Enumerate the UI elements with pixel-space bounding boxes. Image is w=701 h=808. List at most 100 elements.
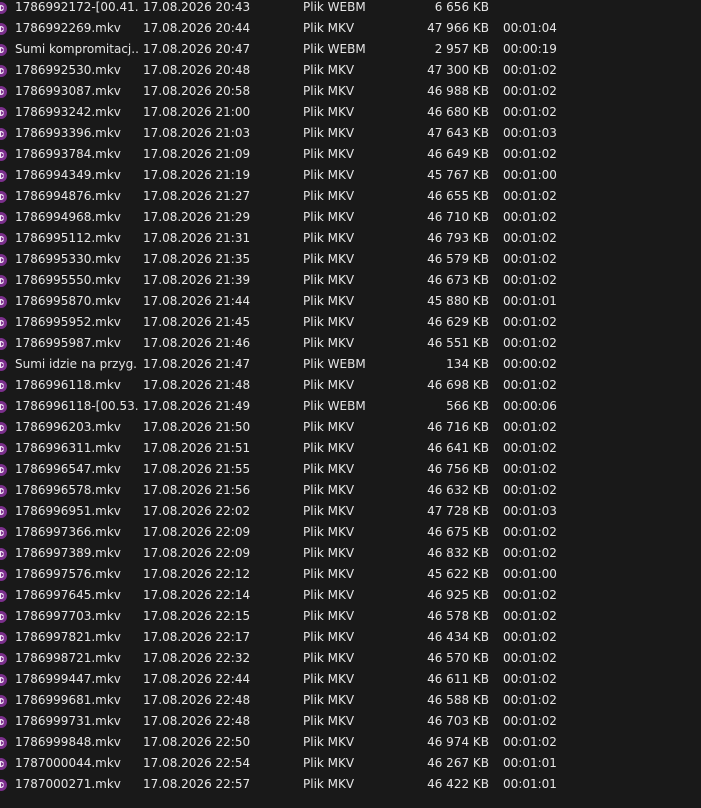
file-row[interactable]: 1786999848.mkv 17.08.2026 22:50 Plik MKV 46… — [0, 732, 701, 753]
file-name: 1786996951.mkv — [15, 504, 121, 518]
file-row[interactable]: 1786992269.mkv 17.08.2026 20:44 Plik MKV 47… — [0, 18, 701, 39]
file-row[interactable]: 1786994349.mkv 17.08.2026 21:19 Plik MKV 45… — [0, 165, 701, 186]
video-file-icon — [0, 611, 7, 623]
file-type: Plik WEBM — [303, 357, 366, 371]
file-type: Plik WEBM — [303, 0, 366, 14]
file-name: 1786997821.mkv — [15, 630, 121, 644]
file-row[interactable]: 1786995987.mkv 17.08.2026 21:46 Plik MKV 46… — [0, 333, 701, 354]
file-size: 46 988 KB — [427, 84, 489, 98]
file-length: 00:01:02 — [503, 105, 557, 119]
file-name: 1786993396.mkv — [15, 126, 121, 140]
file-date-modified: 17.08.2026 22:44 — [143, 672, 251, 686]
file-row[interactable]: 1786992172-[00.41.2... 17.08.2026 20:43 Pl… — [0, 0, 701, 18]
file-date-modified: 17.08.2026 22:54 — [143, 756, 251, 770]
file-name: 1786992172-[00.41.2... — [15, 0, 138, 14]
file-date-modified: 17.08.2026 21:39 — [143, 273, 251, 287]
file-row[interactable]: 1786994876.mkv 17.08.2026 21:27 Plik MKV 46… — [0, 186, 701, 207]
video-file-icon — [0, 359, 7, 371]
file-type: Plik MKV — [303, 189, 355, 203]
file-date-modified: 17.08.2026 21:03 — [143, 126, 251, 140]
file-row[interactable]: 1786993396.mkv 17.08.2026 21:03 Plik MKV 47… — [0, 123, 701, 144]
file-size: 46 267 KB — [427, 756, 489, 770]
file-row[interactable]: 1786994968.mkv 17.08.2026 21:29 Plik MKV 46… — [0, 207, 701, 228]
file-row[interactable]: 1786997821.mkv 17.08.2026 22:17 Plik MKV 46… — [0, 627, 701, 648]
file-date-modified: 17.08.2026 21:19 — [143, 168, 251, 182]
file-row[interactable]: 1786997645.mkv 17.08.2026 22:14 Plik MKV 46… — [0, 585, 701, 606]
file-date-modified: 17.08.2026 21:48 — [143, 378, 251, 392]
file-size: 46 578 KB — [427, 609, 489, 623]
file-date-modified: 17.08.2026 22:12 — [143, 567, 251, 581]
file-length: 00:01:02 — [503, 693, 557, 707]
file-row[interactable]: 1786997389.mkv 17.08.2026 22:09 Plik MKV 46… — [0, 543, 701, 564]
file-size: 46 832 KB — [427, 546, 489, 560]
file-date-modified: 17.08.2026 20:58 — [143, 84, 251, 98]
file-row[interactable]: 1786992530.mkv 17.08.2026 20:48 Plik MKV 47… — [0, 60, 701, 81]
file-length: 00:01:02 — [503, 609, 557, 623]
file-size: 46 793 KB — [427, 231, 489, 245]
file-type: Plik MKV — [303, 441, 355, 455]
file-row[interactable]: 1786996118-[00.53.8... 17.08.2026 21:49 Pl… — [0, 396, 701, 417]
file-row[interactable]: 1787000271.mkv 17.08.2026 22:57 Plik MKV 46… — [0, 774, 701, 795]
file-name: 1786998721.mkv — [15, 651, 121, 665]
video-file-icon — [0, 317, 7, 329]
file-size: 45 880 KB — [427, 294, 489, 308]
file-row[interactable]: 1786995112.mkv 17.08.2026 21:31 Plik MKV 46… — [0, 228, 701, 249]
video-file-icon — [0, 212, 7, 224]
file-date-modified: 17.08.2026 21:00 — [143, 105, 251, 119]
file-type: Plik MKV — [303, 420, 355, 434]
file-row[interactable]: 1786993784.mkv 17.08.2026 21:09 Plik MKV 46… — [0, 144, 701, 165]
file-row[interactable]: 1786993242.mkv 17.08.2026 21:00 Plik MKV 46… — [0, 102, 701, 123]
file-type: Plik MKV — [303, 630, 355, 644]
file-date-modified: 17.08.2026 21:35 — [143, 252, 251, 266]
file-size: 47 300 KB — [427, 63, 489, 77]
file-length: 00:00:02 — [503, 357, 557, 371]
file-date-modified: 17.08.2026 20:47 — [143, 42, 251, 56]
file-row[interactable]: Sumi idzie na przyg... 17.08.2026 21:47 Pl… — [0, 354, 701, 375]
file-date-modified: 17.08.2026 22:32 — [143, 651, 251, 665]
file-type: Plik MKV — [303, 21, 355, 35]
file-name: 1786994349.mkv — [15, 168, 121, 182]
file-row[interactable]: 1786999681.mkv 17.08.2026 22:48 Plik MKV 46… — [0, 690, 701, 711]
file-row[interactable]: 1787000044.mkv 17.08.2026 22:54 Plik MKV 46… — [0, 753, 701, 774]
file-date-modified: 17.08.2026 21:31 — [143, 231, 251, 245]
file-row[interactable]: 1786997703.mkv 17.08.2026 22:15 Plik MKV 46… — [0, 606, 701, 627]
video-file-icon — [0, 65, 7, 77]
file-length: 00:01:02 — [503, 315, 557, 329]
file-row[interactable]: 1786995550.mkv 17.08.2026 21:39 Plik MKV 46… — [0, 270, 701, 291]
video-file-icon — [0, 149, 7, 161]
video-file-icon — [0, 653, 7, 665]
file-row[interactable]: 1786996311.mkv 17.08.2026 21:51 Plik MKV 46… — [0, 438, 701, 459]
file-row[interactable]: 1786999447.mkv 17.08.2026 22:44 Plik MKV 46… — [0, 669, 701, 690]
file-type: Plik WEBM — [303, 42, 366, 56]
file-row[interactable]: 1786996578.mkv 17.08.2026 21:56 Plik MKV 46… — [0, 480, 701, 501]
file-type: Plik MKV — [303, 756, 355, 770]
file-size: 46 925 KB — [427, 588, 489, 602]
video-file-icon — [0, 779, 7, 791]
file-row[interactable]: 1786996547.mkv 17.08.2026 21:55 Plik MKV 46… — [0, 459, 701, 480]
file-length: 00:01:02 — [503, 588, 557, 602]
file-size: 46 629 KB — [427, 315, 489, 329]
file-row[interactable]: 1786996203.mkv 17.08.2026 21:50 Plik MKV 46… — [0, 417, 701, 438]
video-file-icon — [0, 380, 7, 392]
file-length: 00:01:02 — [503, 252, 557, 266]
file-name: 1786999731.mkv — [15, 714, 121, 728]
video-file-icon — [0, 443, 7, 455]
file-row[interactable]: 1786997576.mkv 17.08.2026 22:12 Plik MKV 45… — [0, 564, 701, 585]
file-row[interactable]: 1786993087.mkv 17.08.2026 20:58 Plik MKV 46… — [0, 81, 701, 102]
file-row[interactable]: 1786998721.mkv 17.08.2026 22:32 Plik MKV 46… — [0, 648, 701, 669]
file-type: Plik MKV — [303, 273, 355, 287]
file-row[interactable]: 1786996951.mkv 17.08.2026 22:02 Plik MKV 47… — [0, 501, 701, 522]
file-row[interactable]: 1786995952.mkv 17.08.2026 21:45 Plik MKV 46… — [0, 312, 701, 333]
file-row[interactable]: 1786995870.mkv 17.08.2026 21:44 Plik MKV 45… — [0, 291, 701, 312]
file-length: 00:01:02 — [503, 441, 557, 455]
file-length: 00:01:02 — [503, 189, 557, 203]
file-row[interactable]: 1786996118.mkv 17.08.2026 21:48 Plik MKV 46… — [0, 375, 701, 396]
file-name: 1786996578.mkv — [15, 483, 121, 497]
file-size: 46 422 KB — [427, 777, 489, 791]
file-type: Plik MKV — [303, 210, 355, 224]
file-row[interactable]: Sumi kompromitacj... 17.08.2026 20:47 Plik… — [0, 39, 701, 60]
file-row[interactable]: 1786995330.mkv 17.08.2026 21:35 Plik MKV 46… — [0, 249, 701, 270]
file-length: 00:01:03 — [503, 126, 557, 140]
file-row[interactable]: 1786999731.mkv 17.08.2026 22:48 Plik MKV 46… — [0, 711, 701, 732]
file-row[interactable]: 1786997366.mkv 17.08.2026 22:09 Plik MKV 46… — [0, 522, 701, 543]
